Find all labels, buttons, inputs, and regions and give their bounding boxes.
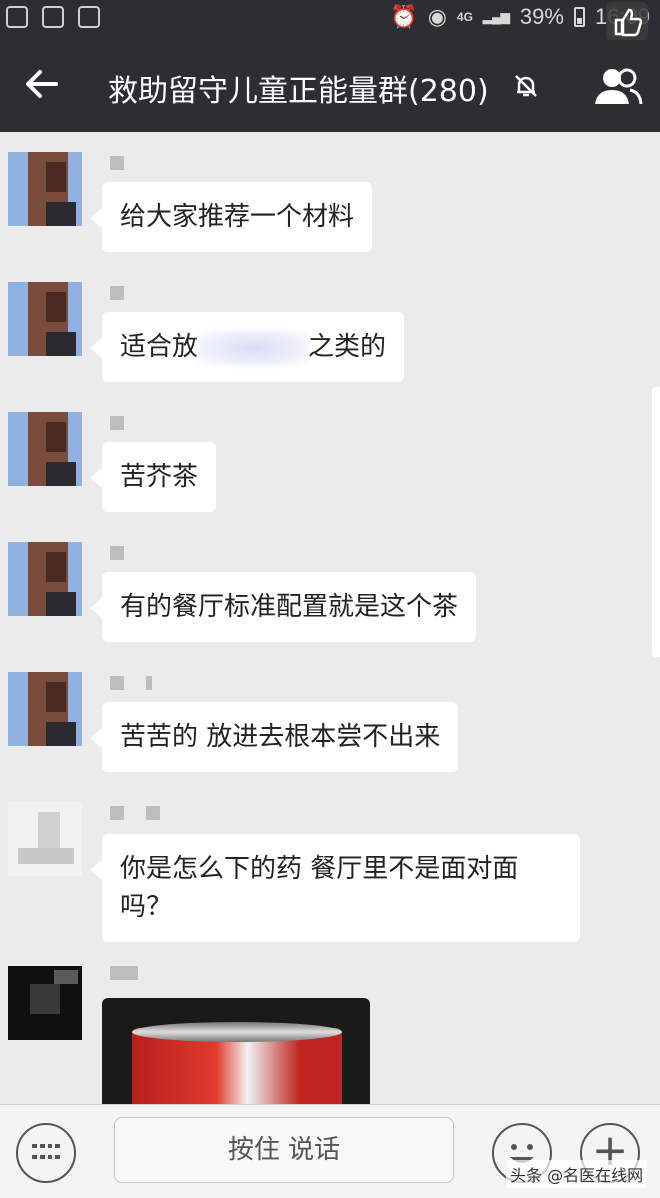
message-bubble[interactable]: 有的餐厅标准配置就是这个茶 — [89, 572, 477, 642]
sender-name — [110, 416, 124, 430]
battery-icon — [573, 7, 585, 27]
alarm-icon: ⏰ — [390, 4, 418, 29]
app-notification-icon — [6, 6, 28, 28]
notification-icons — [6, 6, 100, 28]
message-bubble[interactable]: 苦芥茶 — [89, 442, 217, 512]
hold-to-talk-button[interactable]: 按住 说话 — [114, 1117, 454, 1183]
sender-name — [110, 546, 124, 560]
battery-percent: 39% — [519, 4, 564, 29]
avatar[interactable] — [8, 282, 82, 356]
group-title: 救助留守儿童正能量群(280) — [108, 74, 489, 109]
message-text-line: 你是怎么下的药 餐厅里不是面对面 — [120, 854, 519, 884]
avatar[interactable] — [8, 152, 82, 226]
watermark: 头条 @名医在线网 — [506, 1160, 648, 1188]
avatar[interactable] — [8, 802, 82, 876]
sender-name — [110, 806, 160, 820]
sender-name — [110, 156, 124, 170]
avatar[interactable] — [8, 542, 82, 616]
image-notification-icon — [42, 6, 64, 28]
message-text: 苦芥茶 — [120, 462, 199, 492]
status-bar: ⏰ ◉ 4G ▂▄▆ 39% 16:09 — [0, 0, 660, 42]
group-members-icon[interactable] — [592, 64, 644, 108]
message-text-line: 吗？ — [120, 892, 173, 922]
redacted-blur — [198, 329, 309, 366]
mail-notification-icon — [78, 6, 100, 28]
message-text: 苦苦的 放进去根本尝不出来 — [120, 722, 441, 752]
message-bubble[interactable]: 苦苦的 放进去根本尝不出来 — [89, 702, 459, 772]
wifi-icon: ◉ — [427, 4, 447, 29]
message-text: 给大家推荐一个材料 — [120, 202, 355, 232]
chat-area[interactable]: 给大家推荐一个材料 适合放 之类的 苦芥茶 有的餐厅标准配置就是这个茶 苦苦的 … — [0, 132, 660, 1104]
message-text: 适合放 — [120, 332, 199, 362]
message-text: 有的餐厅标准配置就是这个茶 — [120, 592, 459, 622]
sender-name — [110, 286, 124, 300]
sender-name — [110, 966, 138, 980]
message-bubble[interactable]: 适合放 之类的 — [89, 312, 405, 382]
sender-name — [110, 676, 152, 690]
image-message[interactable] — [102, 998, 370, 1104]
avatar[interactable] — [8, 966, 82, 1040]
signal-icon: ▂▄▆ — [482, 10, 510, 24]
message-text: 之类的 — [308, 332, 387, 362]
scroll-handle[interactable] — [652, 387, 660, 657]
avatar[interactable] — [8, 412, 82, 486]
chat-header: 救助留守儿童正能量群(280) — [0, 40, 660, 132]
network-label: 4G — [456, 10, 473, 24]
back-arrow-icon[interactable] — [22, 62, 62, 106]
mute-bell-icon — [512, 72, 540, 100]
image-content — [132, 1022, 342, 1042]
message-bubble[interactable]: 给大家推荐一个材料 — [89, 182, 373, 252]
keyboard-toggle-icon[interactable] — [16, 1123, 76, 1183]
thumbs-up-icon — [606, 2, 648, 42]
avatar[interactable] — [8, 672, 82, 746]
message-bubble[interactable]: 你是怎么下的药 餐厅里不是面对面 吗？ — [90, 834, 580, 942]
